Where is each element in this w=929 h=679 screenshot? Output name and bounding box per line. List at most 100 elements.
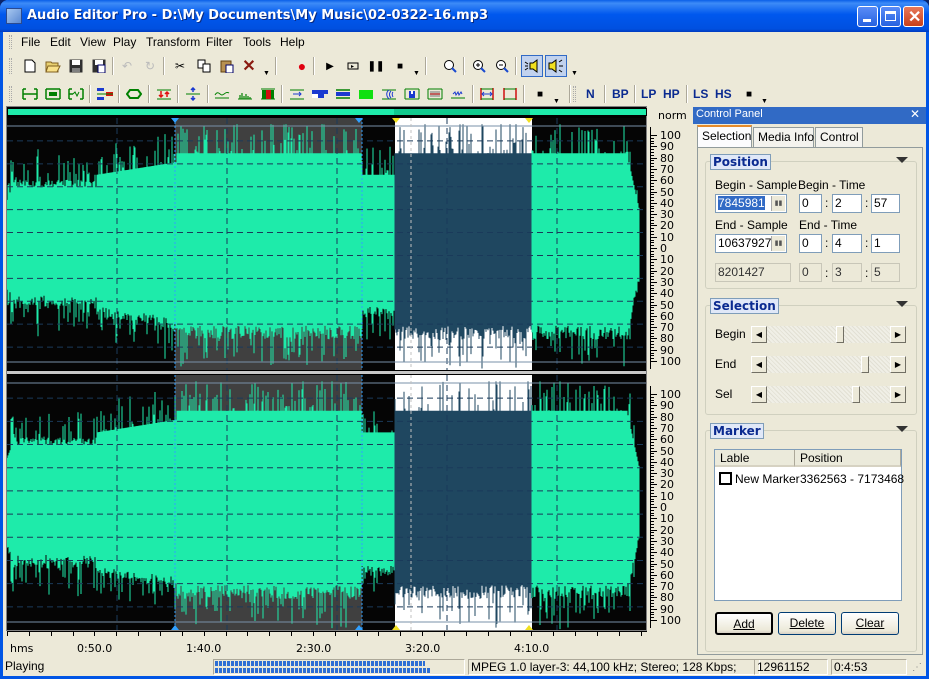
insert-noise-icon[interactable] [67,85,85,103]
normalize-icon[interactable] [184,85,202,103]
resize-grip-icon[interactable]: ⋰ [912,662,922,673]
high-shelf-filter-button[interactable]: HS [715,87,732,101]
chorus-icon[interactable] [334,85,352,103]
tab-media-info[interactable]: Media Info [753,127,814,147]
slider-thumb[interactable] [852,386,861,403]
close-button[interactable]: ✕ [903,6,924,27]
scroll-left-icon[interactable]: ◀ [751,356,767,373]
color-dropdown-icon[interactable]: ▼ [553,98,560,105]
overview-viewport[interactable] [394,109,530,115]
begin-sample-input[interactable]: 7845981 ▮▮ [715,194,787,213]
scroll-right-icon[interactable]: ▶ [890,386,906,403]
menu-play[interactable]: Play [113,35,136,49]
channel-divider[interactable] [7,371,646,374]
menu-transform[interactable]: Transform [146,35,200,49]
reverb-icon[interactable] [403,85,421,103]
low-shelf-filter-button[interactable]: LS [693,87,708,101]
slider-sel[interactable]: ◀ ▶ [751,386,906,403]
end-second-input[interactable]: 1 [871,234,900,253]
overview-bar[interactable] [7,108,647,116]
selection-start-handle-bottom[interactable] [392,625,400,630]
minimize-button[interactable] [857,6,878,27]
fade-icon[interactable] [213,85,231,103]
notch-filter-button[interactable]: N [586,87,595,101]
scroll-right-icon[interactable]: ▶ [890,356,906,373]
begin-hour-input[interactable]: 0 [799,194,822,213]
marker-start-handle[interactable] [171,118,179,123]
band-pass-filter-button[interactable]: BP [612,87,629,101]
equalizer-icon[interactable] [426,85,444,103]
control-panel-close-icon[interactable]: ✕ [910,107,920,121]
record-icon[interactable]: ● [293,57,311,75]
menu-filter[interactable]: Filter [206,35,233,49]
high-pass-filter-button[interactable]: HP [663,87,680,101]
marker-group-title[interactable]: Marker [710,423,764,439]
column-header-label[interactable]: Lable [715,450,795,467]
open-icon[interactable] [44,57,62,75]
selection-end-handle-bottom[interactable] [525,625,533,630]
channel-dropdown-icon[interactable]: ▼ [571,70,578,77]
mix-icon[interactable] [96,85,114,103]
slider-thumb[interactable] [836,326,844,343]
tab-control[interactable]: Control [815,127,863,147]
zoom-icon[interactable] [441,57,459,75]
pause-icon[interactable]: ❚❚ [367,57,385,75]
trim-icon[interactable] [21,85,39,103]
selection-start-handle[interactable] [392,118,400,123]
undo-icon[interactable]: ↶ [118,57,136,75]
copy-icon[interactable] [195,57,213,75]
loop-play-icon[interactable] [344,57,362,75]
scroll-left-icon[interactable]: ◀ [751,326,767,343]
end-minute-input[interactable]: 4 [832,234,862,253]
redo-icon[interactable]: ↻ [141,57,159,75]
end-sample-spinner[interactable]: ▮▮ [771,236,785,251]
delete-icon[interactable]: ✕ [240,57,258,75]
scroll-right-icon[interactable]: ▶ [890,326,906,343]
marker-end-handle-bottom[interactable] [355,625,363,630]
zoom-in-icon[interactable] [470,57,488,75]
delete-marker-button[interactable]: Delete [778,612,836,635]
menu-grip[interactable] [9,35,12,49]
slider-begin[interactable]: ◀ ▶ [751,326,906,343]
marker-row[interactable]: New Marker 3362563 - 7173468 [719,472,904,488]
play-icon[interactable]: ▶ [321,57,339,75]
toolbar-grip[interactable] [573,86,576,102]
save-icon[interactable] [67,57,85,75]
pitch-icon[interactable] [501,85,519,103]
menu-edit[interactable]: Edit [50,35,71,49]
position-group-title[interactable]: Position [710,154,771,170]
marker-start-handle-bottom[interactable] [171,625,179,630]
add-marker-button[interactable]: Add [715,612,773,635]
slider-end[interactable]: ◀ ▶ [751,356,906,373]
begin-minute-input[interactable]: 2 [832,194,862,213]
stop-dropdown-icon[interactable]: ▼ [413,70,420,77]
menu-tools[interactable]: Tools [243,35,271,49]
scroll-left-icon[interactable]: ◀ [751,386,767,403]
reverse-icon[interactable] [125,85,143,103]
cut-icon[interactable]: ✂ [171,57,189,75]
begin-second-input[interactable]: 57 [871,194,900,213]
right-channel-icon[interactable] [545,55,567,77]
zoom-out-icon[interactable] [493,57,511,75]
invert-icon[interactable] [259,85,277,103]
end-sample-input[interactable]: 10637927 ▮▮ [715,234,787,253]
selection-collapse-icon[interactable] [896,301,908,307]
menu-help[interactable]: Help [280,35,305,49]
selection-end-handle[interactable] [525,118,533,123]
amplify-icon[interactable] [155,85,173,103]
noise-reduction-icon[interactable] [449,85,467,103]
new-icon[interactable] [21,57,39,75]
toolbar-grip[interactable] [9,86,12,102]
marker-checkbox[interactable] [719,472,732,485]
paste-icon[interactable] [218,57,236,75]
compressor-icon[interactable] [357,85,375,103]
save-as-icon[interactable] [90,57,108,75]
maximize-button[interactable] [880,6,901,27]
menu-view[interactable]: View [80,35,106,49]
silence-icon[interactable] [44,85,62,103]
selection-group-title[interactable]: Selection [710,298,779,314]
toolbar-grip[interactable] [9,58,12,74]
flanger-icon[interactable] [311,85,329,103]
slider-thumb[interactable] [861,356,870,373]
control-panel-header[interactable]: Control Panel ✕ [693,107,926,124]
